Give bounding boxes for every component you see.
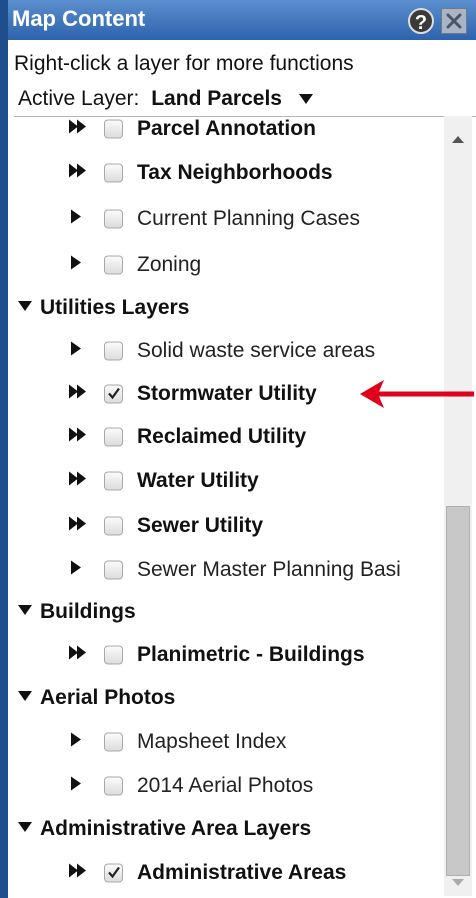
layer-group-label[interactable]: Administrative Area Layers: [40, 817, 311, 841]
layer-group-label[interactable]: Buildings: [40, 600, 136, 624]
layer-label[interactable]: Water Utility: [137, 469, 259, 493]
layer-group-utilities-layers[interactable]: Utilities Layers: [14, 288, 444, 328]
expand-arrow-icon[interactable]: [70, 732, 82, 753]
annotation-arrow-icon: [360, 380, 474, 408]
layer-checkbox[interactable]: [104, 732, 123, 752]
layer-item-current-planning-cases[interactable]: Current Planning Cases: [14, 199, 444, 239]
scrollbar-thumb[interactable]: [446, 506, 470, 876]
layer-label[interactable]: 2014 Aerial Photos: [137, 774, 313, 798]
sublayer-expand-icon[interactable]: [68, 427, 88, 448]
sublayer-expand-icon[interactable]: [68, 863, 88, 884]
layer-checkbox[interactable]: [104, 645, 123, 665]
expand-arrow-icon[interactable]: [70, 560, 82, 581]
layer-checkbox[interactable]: [104, 119, 123, 139]
layer-checkbox[interactable]: [104, 341, 123, 361]
layer-checkbox[interactable]: [104, 776, 123, 796]
layer-group-label[interactable]: Utilities Layers: [40, 296, 189, 320]
collapse-arrow-icon[interactable]: [17, 299, 33, 317]
collapse-arrow-icon[interactable]: [17, 689, 33, 707]
layer-checkbox[interactable]: [104, 516, 123, 536]
layer-label[interactable]: Current Planning Cases: [137, 207, 360, 231]
layer-group-aerial-photos[interactable]: Aerial Photos: [14, 678, 444, 718]
layer-label[interactable]: Reclaimed Utility: [137, 425, 306, 449]
sublayer-expand-icon[interactable]: [68, 516, 88, 537]
layer-group-buildings[interactable]: Buildings: [14, 592, 444, 632]
layer-item-tax-neighborhoods[interactable]: Tax Neighborhoods: [14, 153, 444, 193]
layer-group-administrative-area-layers[interactable]: Administrative Area Layers: [14, 809, 444, 849]
layer-item-solid-waste-service-areas[interactable]: Solid waste service areas: [14, 331, 444, 371]
layer-label[interactable]: Parcel Annotation: [137, 117, 316, 141]
expand-arrow-icon[interactable]: [70, 209, 82, 230]
sublayer-expand-icon[interactable]: [68, 471, 88, 492]
active-layer-selector[interactable]: Active Layer: Land Parcels: [18, 87, 314, 111]
expand-arrow-icon[interactable]: [70, 255, 82, 276]
layer-item-2014-aerial-photos[interactable]: 2014 Aerial Photos: [14, 766, 444, 806]
layer-label[interactable]: Solid waste service areas: [137, 339, 375, 363]
layer-label[interactable]: Tax Neighborhoods: [137, 161, 333, 185]
panel-title-bar: Map Content ?: [8, 0, 476, 40]
layer-item-sewer-utility[interactable]: Sewer Utility: [14, 506, 444, 546]
panel-title: Map Content: [12, 6, 146, 31]
sublayer-expand-icon[interactable]: [68, 384, 88, 405]
layer-list[interactable]: Parcel Annotation Tax Neighborhoods Curren…: [14, 116, 476, 897]
layer-label[interactable]: Sewer Master Planning Basi: [137, 558, 401, 582]
sublayer-expand-icon[interactable]: [68, 645, 88, 666]
layer-item-mapsheet-index[interactable]: Mapsheet Index: [14, 722, 444, 762]
layer-item-zoning[interactable]: Zoning: [14, 245, 444, 285]
info-text: Right-click a layer for more functions: [14, 52, 354, 75]
layer-label[interactable]: Planimetric - Buildings: [137, 643, 365, 667]
sublayer-expand-icon[interactable]: [68, 119, 88, 140]
layer-checkbox[interactable]: [104, 209, 123, 229]
scroll-down-icon[interactable]: [451, 878, 465, 888]
layer-label[interactable]: Stormwater Utility: [137, 382, 317, 406]
dropdown-caret-icon[interactable]: [298, 87, 314, 111]
layer-item-sewer-master-planning-basi[interactable]: Sewer Master Planning Basi: [14, 550, 444, 590]
layer-group-label[interactable]: Aerial Photos: [40, 686, 175, 710]
layer-checkbox[interactable]: [104, 427, 123, 447]
layer-checkbox-checked[interactable]: [104, 384, 123, 404]
active-layer-value[interactable]: Land Parcels: [151, 87, 282, 110]
layer-item-water-utility[interactable]: Water Utility: [14, 461, 444, 501]
layer-label[interactable]: Zoning: [137, 253, 201, 277]
layer-checkbox-checked[interactable]: [104, 863, 123, 883]
layer-checkbox[interactable]: [104, 560, 123, 580]
layer-item-reclaimed-utility[interactable]: Reclaimed Utility: [14, 417, 444, 457]
expand-arrow-icon[interactable]: [70, 776, 82, 797]
layer-label[interactable]: Mapsheet Index: [137, 730, 286, 754]
layer-checkbox[interactable]: [104, 163, 123, 183]
sublayer-expand-icon[interactable]: [68, 163, 88, 184]
layer-label[interactable]: Administrative Areas: [137, 861, 346, 885]
active-layer-label: Active Layer:: [18, 87, 140, 110]
layer-item-administrative-areas[interactable]: Administrative Areas: [14, 853, 444, 893]
layer-checkbox[interactable]: [104, 255, 123, 275]
collapse-arrow-icon[interactable]: [17, 820, 33, 838]
expand-arrow-icon[interactable]: [70, 341, 82, 362]
help-icon[interactable]: ?: [408, 8, 434, 34]
close-icon[interactable]: [441, 8, 467, 34]
window-frame: [0, 0, 8, 898]
layer-list-scrollbar[interactable]: [444, 116, 472, 896]
scroll-up-icon[interactable]: [451, 134, 465, 144]
collapse-arrow-icon[interactable]: [17, 603, 33, 621]
layer-label[interactable]: Sewer Utility: [137, 514, 263, 538]
layer-item-parcel-annotation[interactable]: Parcel Annotation: [14, 117, 444, 149]
layer-checkbox[interactable]: [104, 471, 123, 491]
layer-item-planimetric-buildings[interactable]: Planimetric - Buildings: [14, 635, 444, 675]
